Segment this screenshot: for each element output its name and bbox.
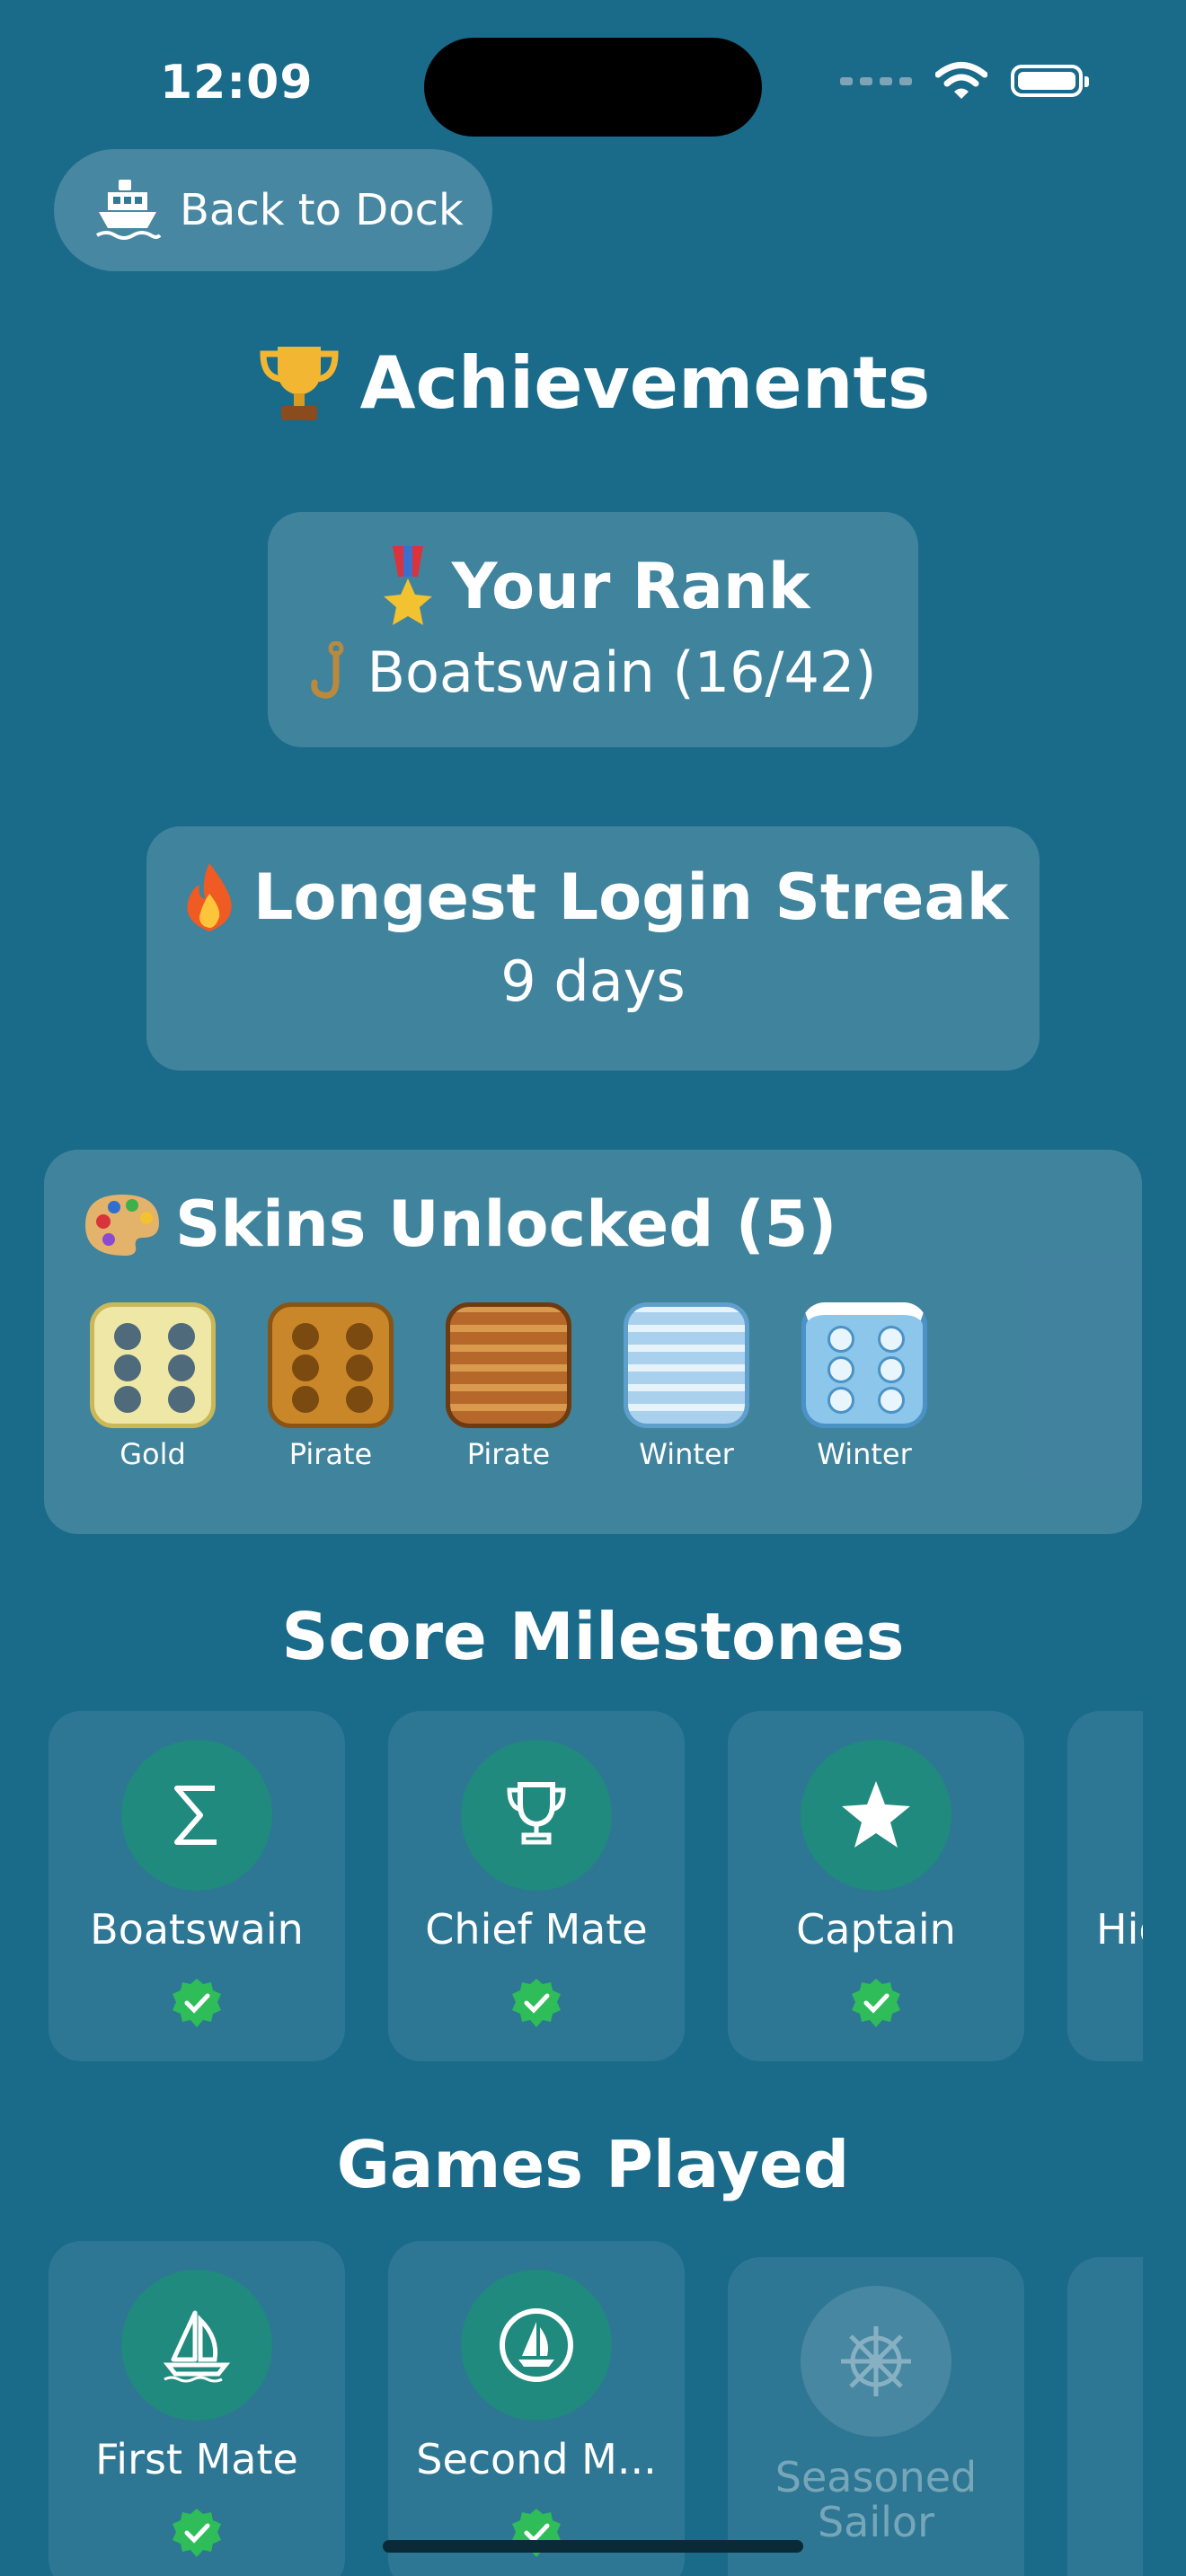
- page-header: Achievements: [0, 340, 1186, 426]
- skin-gold[interactable]: Gold: [85, 1302, 220, 1471]
- winter-die-icon: [801, 1302, 927, 1428]
- games-card-second-mate[interactable]: Second M...: [388, 2241, 685, 2576]
- verified-check-icon: [512, 1979, 561, 2027]
- games-name: First Mate: [95, 2435, 298, 2483]
- streak-heading: Longest Login Streak: [252, 860, 1009, 934]
- milestone-card-boatswain[interactable]: Boatswain: [49, 1711, 345, 2061]
- trophy-icon: [461, 1740, 612, 1891]
- cellular-icon: [840, 76, 912, 85]
- sailboat-circle-icon: [461, 2270, 612, 2421]
- ferry-icon: [95, 180, 162, 240]
- games-name-line1: Seasoned: [774, 2453, 978, 2501]
- rank-heading: Your Rank: [451, 550, 810, 623]
- verified-check-icon: [173, 2509, 221, 2557]
- games-played-title: Games Played: [336, 2127, 850, 2202]
- verified-check-icon: [852, 1979, 900, 2027]
- milestone-card-chief-mate[interactable]: Chief Mate: [388, 1711, 685, 2061]
- milestone-name: Hig: [1096, 1905, 1143, 1954]
- pirate-die-icon: [268, 1302, 394, 1428]
- skin-winter-2[interactable]: Winter: [797, 1302, 932, 1471]
- gold-die-icon: [90, 1302, 216, 1428]
- hook-icon: [311, 640, 344, 699]
- dynamic-island: [424, 38, 762, 137]
- skins-card: Skins Unlocked (5) Gold Pirate Pirate Wi…: [44, 1150, 1142, 1534]
- status-icons: [840, 61, 1089, 101]
- games-played-carousel[interactable]: First Mate Second M... Seasoned Sailor: [0, 2241, 1143, 2576]
- rank-value: Boatswain (16/42): [367, 640, 877, 705]
- skins-heading: Skins Unlocked (5): [175, 1187, 837, 1261]
- home-indicator[interactable]: [383, 2540, 803, 2553]
- milestone-icon-placeholder: [1140, 1740, 1143, 1891]
- games-name: Second M...: [416, 2435, 657, 2483]
- trophy-emoji-icon: [260, 347, 339, 420]
- score-milestones-title: Score Milestones: [281, 1599, 905, 1674]
- medal-icon: [383, 546, 432, 625]
- battery-icon: [1011, 65, 1089, 97]
- skin-label: Gold: [119, 1437, 186, 1471]
- skin-label: Winter: [817, 1437, 912, 1471]
- sigma-icon: [121, 1740, 272, 1891]
- skin-label: Winter: [639, 1437, 734, 1471]
- palette-icon: [85, 1195, 159, 1256]
- rank-card: Your Rank Boatswain (16/42): [268, 512, 918, 747]
- verified-check-icon: [512, 2509, 561, 2557]
- skin-label: Pirate: [288, 1437, 373, 1471]
- skin-winter-1[interactable]: Winter: [619, 1302, 754, 1471]
- milestone-name: Chief Mate: [425, 1905, 648, 1954]
- skin-pirate-2[interactable]: Pirate: [441, 1302, 576, 1471]
- rank-heading-row: Your Rank: [268, 546, 918, 627]
- star-icon: [801, 1740, 951, 1891]
- skin-pirate-1[interactable]: Pirate: [263, 1302, 398, 1471]
- ship-wheel-icon: [801, 2286, 951, 2437]
- milestone-card-partial[interactable]: Hig: [1067, 1711, 1143, 2061]
- sailboat-icon: [121, 2270, 272, 2421]
- status-time: 12:09: [160, 56, 314, 110]
- back-label: Back to Dock: [180, 185, 464, 235]
- milestone-name: Boatswain: [90, 1905, 304, 1954]
- milestone-card-captain[interactable]: Captain: [728, 1711, 1024, 2061]
- winter-pattern-die-icon: [624, 1302, 749, 1428]
- verified-check-icon: [173, 1979, 221, 2027]
- games-card-seasoned-sailor[interactable]: Seasoned Sailor: [728, 2257, 1024, 2576]
- skin-label: Pirate: [466, 1437, 551, 1471]
- rank-value-row: Boatswain (16/42): [268, 640, 918, 705]
- pirate-pattern-die-icon: [446, 1302, 571, 1428]
- fire-icon: [187, 863, 232, 931]
- milestone-name: Captain: [796, 1905, 956, 1954]
- page-title: Achievements: [359, 340, 931, 425]
- score-milestones-carousel[interactable]: Boatswain Chief Mate Captain Hig: [0, 1711, 1143, 2061]
- skins-heading-row: Skins Unlocked (5): [84, 1187, 836, 1261]
- streak-card: Longest Login Streak 9 days: [146, 826, 1040, 1071]
- games-card-partial[interactable]: [1067, 2257, 1143, 2576]
- streak-heading-row: Longest Login Streak: [146, 860, 1040, 934]
- back-to-dock-button[interactable]: Back to Dock: [54, 149, 492, 271]
- streak-value: 9 days: [500, 948, 686, 1014]
- games-card-first-mate[interactable]: First Mate: [49, 2241, 345, 2576]
- wifi-icon: [935, 62, 987, 99]
- games-name-line2: Sailor: [817, 2498, 934, 2546]
